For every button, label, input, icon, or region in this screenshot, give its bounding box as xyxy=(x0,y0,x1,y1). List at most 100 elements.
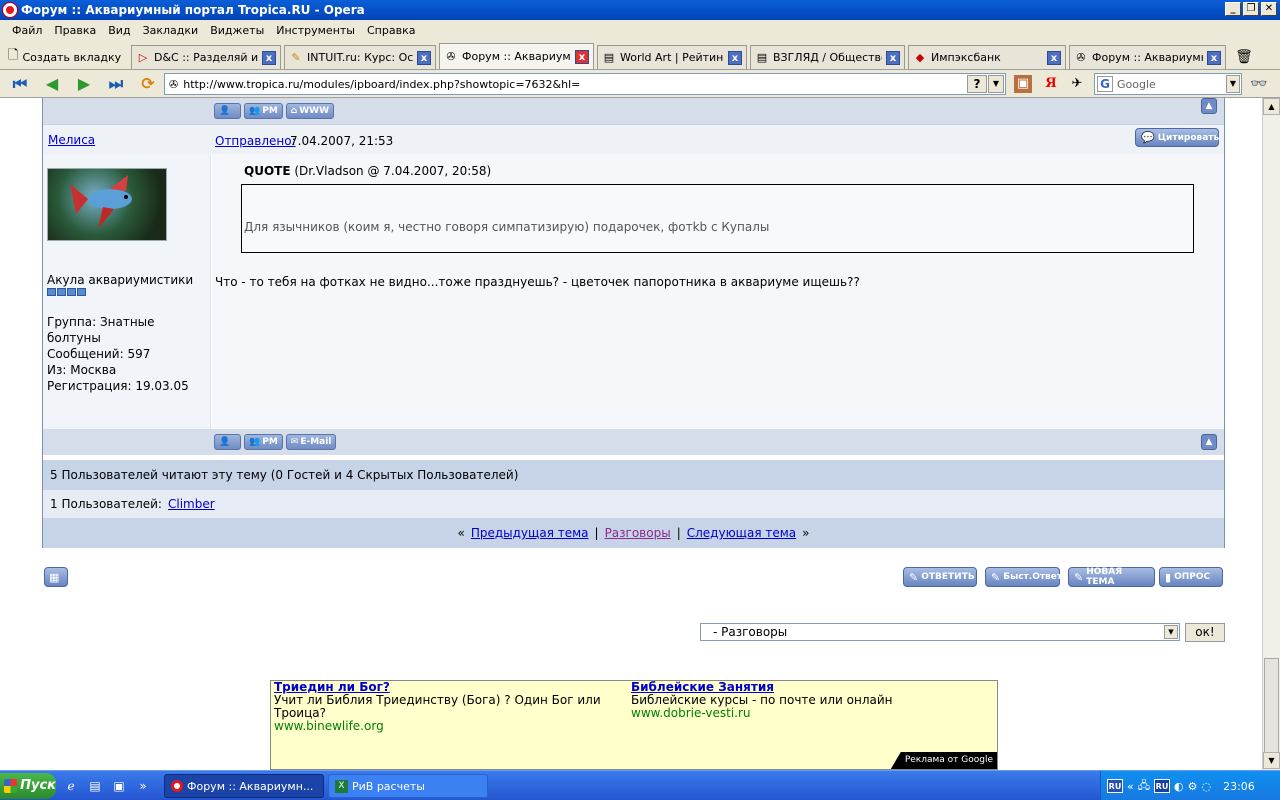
trash-icon[interactable]: 🗑 xyxy=(1229,45,1259,69)
reply-button[interactable]: ✎ ОТВЕТИТЬ xyxy=(903,567,977,587)
image-toggle-icon[interactable]: ▣ xyxy=(1014,75,1032,93)
update-icon[interactable]: ⚙ xyxy=(1188,780,1198,793)
active-users-label: 1 Пользователей: xyxy=(50,497,162,511)
tab-2[interactable]: ✎ INTUIT.ru: Курс: Ос... x xyxy=(284,45,436,69)
tab-1[interactable]: ▷ D&C :: Разделяй и в... x xyxy=(131,45,281,69)
back-icon[interactable]: ◀ xyxy=(38,73,66,95)
reload-icon[interactable]: ⟳ xyxy=(134,73,162,95)
post-author-link[interactable]: Мелиса xyxy=(48,133,95,147)
url-text: http://www.tropica.ru/modules/ipboard/in… xyxy=(183,77,581,91)
network-icon[interactable]: 🖧 xyxy=(1138,777,1150,796)
help-button[interactable]: ? xyxy=(967,75,987,93)
fast-reply-button[interactable]: ✎ Быст.Ответ xyxy=(985,567,1062,587)
pm-button[interactable]: 👥 PM xyxy=(244,103,283,119)
new-tab-icon: 🗋 xyxy=(8,48,19,63)
tray-expand-icon[interactable]: « xyxy=(1127,780,1134,793)
system-tray: RU « 🖧 RU ◐ ⚙ ◌ 23:06 xyxy=(1100,771,1280,800)
scroll-up-icon[interactable]: ▲ xyxy=(1263,98,1280,115)
new-tab-button[interactable]: 🗋 Создать вкладку xyxy=(4,45,128,69)
minimize-button[interactable]: _ xyxy=(1225,2,1241,16)
language-indicator[interactable]: RU xyxy=(1107,779,1123,793)
notepad-quicklaunch-icon[interactable]: ▤ xyxy=(86,777,104,795)
maximize-button[interactable]: ❐ xyxy=(1243,2,1259,16)
profile-button[interactable]: 👤 xyxy=(214,434,241,450)
search-dropdown-icon[interactable]: ▼ xyxy=(1226,75,1240,93)
menu-edit[interactable]: Правка xyxy=(48,24,102,37)
scrollbar-thumb[interactable] xyxy=(1264,658,1279,753)
rank-pips xyxy=(47,288,86,296)
ads-by-google-label[interactable]: Реклама от Google xyxy=(890,752,997,769)
vertical-scrollbar[interactable]: ▲ ▼ xyxy=(1262,98,1280,770)
tab-6[interactable]: ◆ Импэксбанк x xyxy=(908,45,1066,69)
opera-task-icon xyxy=(171,780,183,792)
tab-close-icon[interactable]: x xyxy=(575,49,589,64)
forum-jump-select[interactable]: - Разговоры ▼ xyxy=(700,623,1180,641)
email-button[interactable]: ✉ E-Mail xyxy=(285,434,337,450)
tab-close-icon[interactable]: x xyxy=(728,50,742,65)
tab-close-icon[interactable]: x xyxy=(1047,50,1061,65)
close-button[interactable]: ✕ xyxy=(1261,2,1277,16)
tab-close-icon[interactable]: x xyxy=(262,50,276,65)
url-dropdown-icon[interactable]: ▼ xyxy=(988,75,1004,93)
ie-quicklaunch-icon[interactable]: ℯ xyxy=(62,777,80,795)
topic-nav-row: « Предыдущая тема | Разговоры | Следующа… xyxy=(43,518,1224,548)
task-opera[interactable]: Форум :: Аквариумн... xyxy=(164,774,324,798)
menu-tools[interactable]: Инструменты xyxy=(270,24,361,37)
ad-1-url[interactable]: www.binewlife.org xyxy=(274,720,614,733)
search-field[interactable]: G Google ▼ xyxy=(1094,73,1242,95)
next-topic-link[interactable]: Следующая тема xyxy=(687,526,796,540)
tab-3-active[interactable]: ✇ Форум :: Аквариумн... x xyxy=(439,43,594,69)
ad-2-title[interactable]: Библейские Занятия xyxy=(631,680,774,694)
prev-topic-link[interactable]: Предыдущая тема xyxy=(471,526,589,540)
tab-close-icon[interactable]: x xyxy=(417,50,431,65)
tab-close-icon[interactable]: x xyxy=(886,50,900,65)
forward-icon[interactable]: ▶ xyxy=(70,73,98,95)
print-button[interactable]: ▦ xyxy=(44,567,68,587)
menu-bookmarks[interactable]: Закладки xyxy=(137,24,205,37)
task-excel[interactable]: X РиВ расчеты xyxy=(328,774,488,798)
menu-widgets[interactable]: Виджеты xyxy=(204,24,270,37)
keyboard-layout-icon[interactable]: RU xyxy=(1154,779,1170,793)
google-ads-block: Триедин ли Бог? Учит ли Библия Триединст… xyxy=(270,680,998,770)
envelope-icon: ✉ xyxy=(290,437,299,447)
quicklaunch-more-icon[interactable]: » xyxy=(134,777,152,795)
app-quicklaunch-icon[interactable]: ▣ xyxy=(110,777,128,795)
tab-close-icon[interactable]: x xyxy=(1207,50,1221,65)
zoom-glasses-icon[interactable]: 👓 xyxy=(1250,75,1268,93)
active-user-link[interactable]: Climber xyxy=(168,497,215,511)
forum-link[interactable]: Разговоры xyxy=(605,526,671,540)
forum-jump-go-button[interactable]: ок! xyxy=(1185,623,1225,642)
tab-7[interactable]: ✇ Форум :: Аквариумн... x xyxy=(1069,45,1226,69)
fast-forward-icon[interactable]: ⏭ xyxy=(102,73,130,95)
scroll-top-icon[interactable]: ▲ xyxy=(1201,434,1217,450)
volume-icon[interactable]: ◐ xyxy=(1174,780,1184,793)
menu-file[interactable]: Файл xyxy=(6,24,48,37)
page-favicon-icon: ▤ xyxy=(756,50,768,64)
quote-box: Для язычников (коим я, честно говоря сим… xyxy=(241,184,1194,253)
menu-view[interactable]: Вид xyxy=(102,24,136,37)
tab-label: ВЗГЛЯД / Общество xyxy=(773,51,882,64)
author-info: Акула аквариумистики Группа: Знатные бол… xyxy=(43,154,211,429)
wifi-icon[interactable]: ◌ xyxy=(1201,780,1211,793)
post-sent-label[interactable]: Отправлено: xyxy=(215,134,296,148)
tab-5[interactable]: ▤ ВЗГЛЯД / Общество x xyxy=(750,45,905,69)
pm-button[interactable]: 👥 PM xyxy=(244,434,283,450)
poll-button[interactable]: ▮ ОПРОС xyxy=(1159,567,1223,587)
scroll-top-icon[interactable]: ▲ xyxy=(1201,98,1217,114)
rewind-icon[interactable]: ⏮ xyxy=(6,73,34,95)
post-body: Акула аквариумистики Группа: Знатные бол… xyxy=(43,154,1224,429)
yandex-icon[interactable]: Я xyxy=(1042,75,1060,93)
profile-button[interactable]: 👤 xyxy=(214,103,241,119)
forum-jump-value: - Разговоры xyxy=(713,625,788,639)
menu-help[interactable]: Справка xyxy=(361,24,421,37)
www-button[interactable]: ⌂ WWW xyxy=(285,103,335,119)
ad-1-title[interactable]: Триедин ли Бог? xyxy=(274,680,390,694)
address-field[interactable]: ✇ http://www.tropica.ru/modules/ipboard/… xyxy=(164,73,1006,95)
quote-button[interactable]: 💬 Цитировать xyxy=(1135,128,1219,147)
wand-icon[interactable]: ✈ xyxy=(1068,75,1086,93)
scroll-down-icon[interactable]: ▼ xyxy=(1263,752,1280,769)
start-button[interactable]: Пуск xyxy=(0,772,56,799)
tab-4[interactable]: ▤ World Art | Рейтинг ... x xyxy=(597,45,747,69)
new-topic-button[interactable]: ✎ НОВАЯ ТЕМА xyxy=(1068,567,1155,587)
ad-2-url[interactable]: www.dobrie-vesti.ru xyxy=(631,707,971,720)
